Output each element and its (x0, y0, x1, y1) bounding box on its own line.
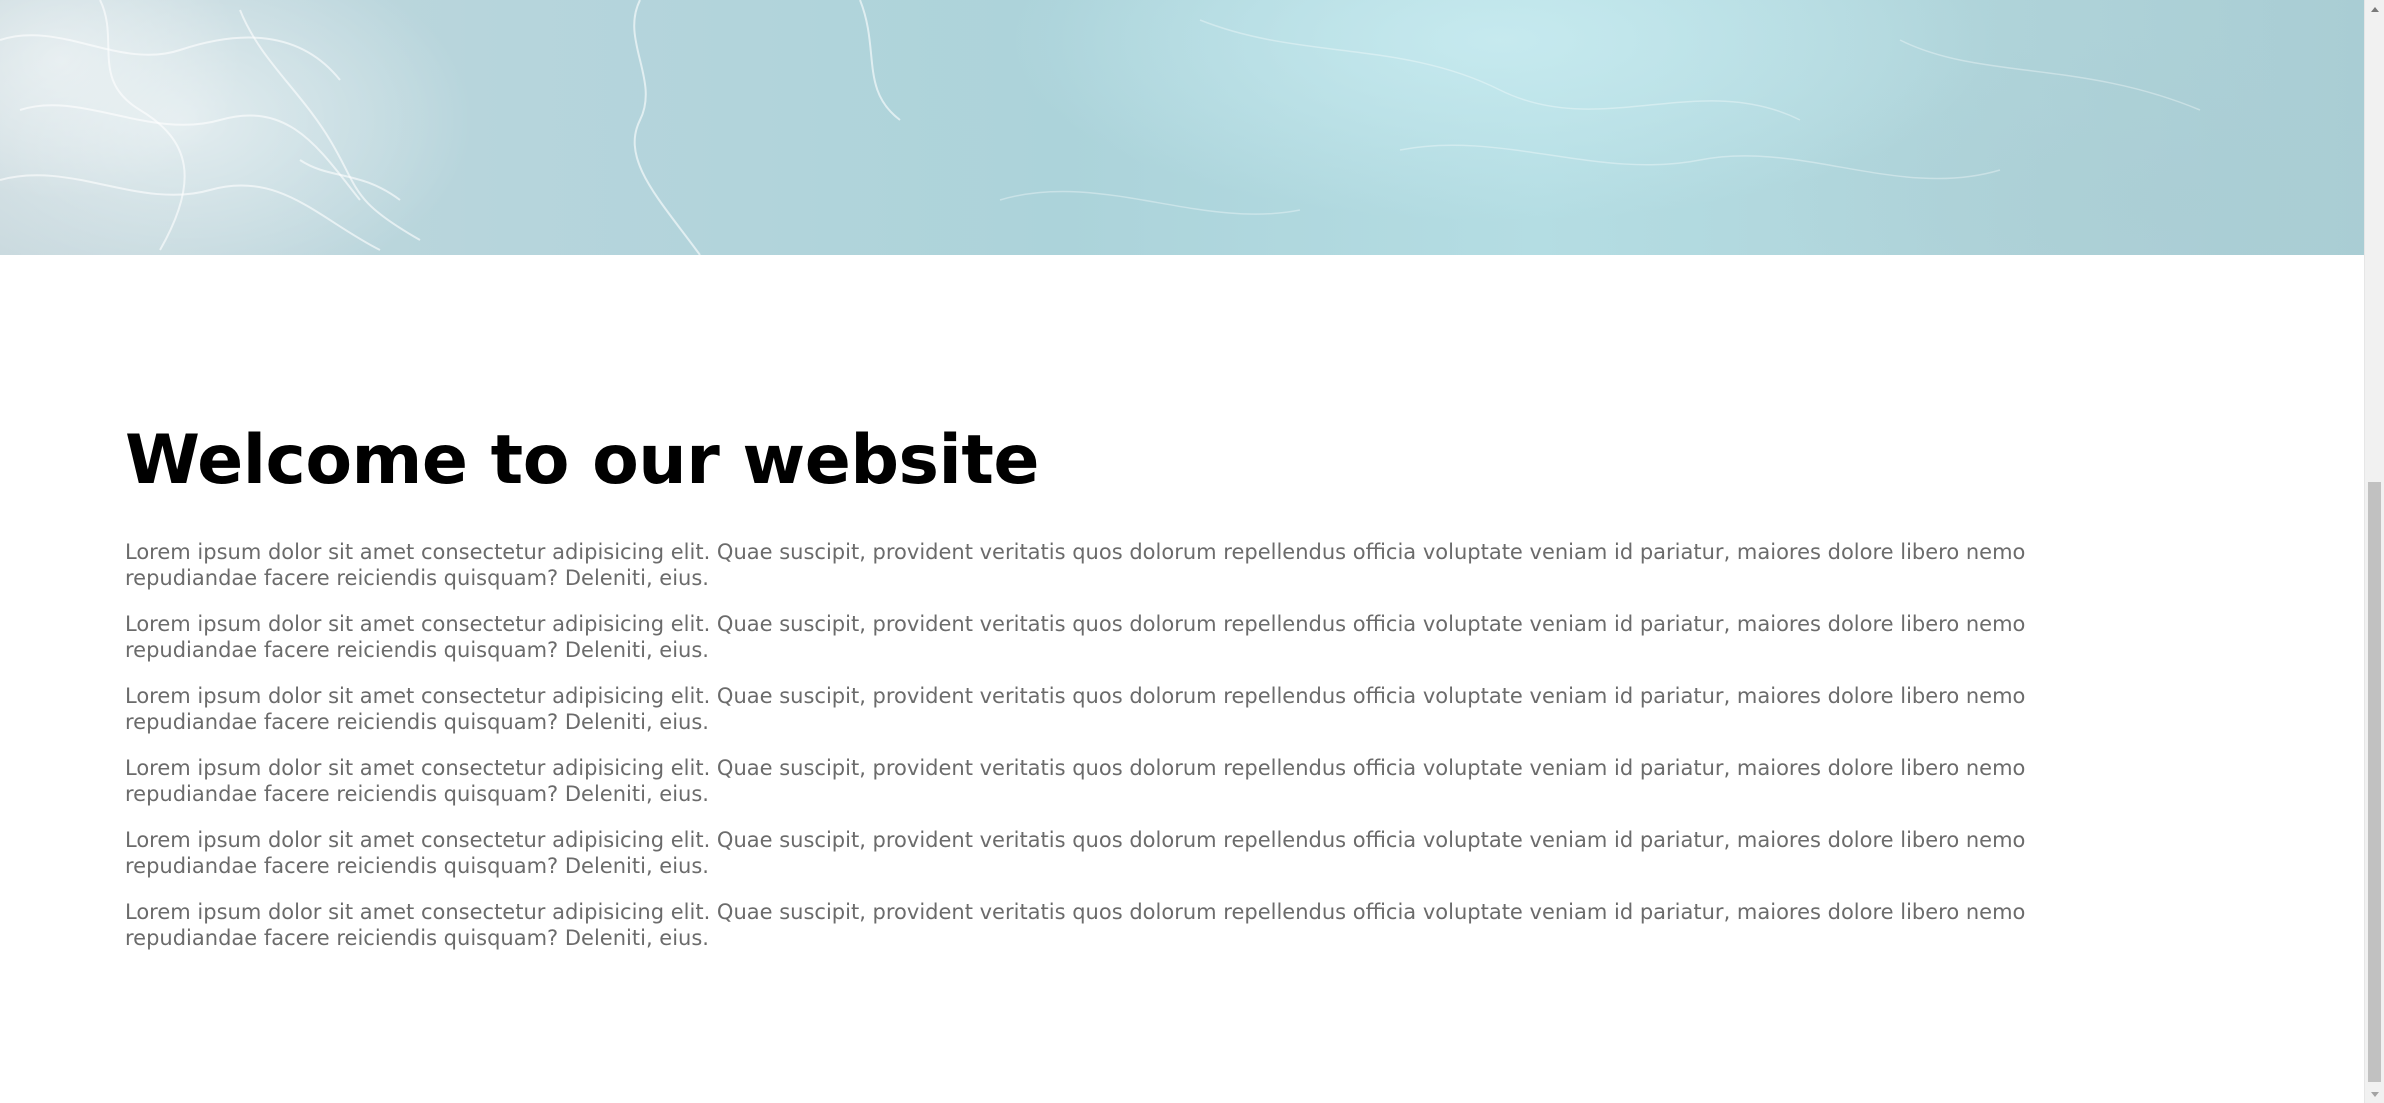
scroll-down-button[interactable] (2365, 1085, 2384, 1103)
hero-ocean-image (0, 0, 2364, 255)
paragraph: Lorem ipsum dolor sit amet consectetur a… (125, 612, 2026, 662)
chevron-up-icon (2371, 6, 2379, 12)
paragraph-list: Lorem ipsum dolor sit amet consectetur a… (125, 539, 2145, 951)
main-content: Welcome to our website Lorem ipsum dolor… (125, 255, 2145, 971)
chevron-down-icon (2371, 1091, 2379, 1097)
vertical-scrollbar[interactable] (2364, 0, 2384, 1103)
paragraph: Lorem ipsum dolor sit amet consectetur a… (125, 756, 2026, 806)
browser-viewport: Welcome to our website Lorem ipsum dolor… (0, 0, 2384, 1103)
paragraph: Lorem ipsum dolor sit amet consectetur a… (125, 540, 2026, 590)
page: Welcome to our website Lorem ipsum dolor… (0, 0, 2364, 1103)
scroll-up-button[interactable] (2365, 0, 2384, 18)
paragraph: Lorem ipsum dolor sit amet consectetur a… (125, 828, 2026, 878)
water-texture (0, 0, 2201, 255)
paragraph: Lorem ipsum dolor sit amet consectetur a… (125, 684, 2026, 734)
scrollbar-thumb[interactable] (2368, 482, 2381, 1082)
page-title: Welcome to our website (125, 421, 1039, 500)
paragraph: Lorem ipsum dolor sit amet consectetur a… (125, 900, 2026, 950)
